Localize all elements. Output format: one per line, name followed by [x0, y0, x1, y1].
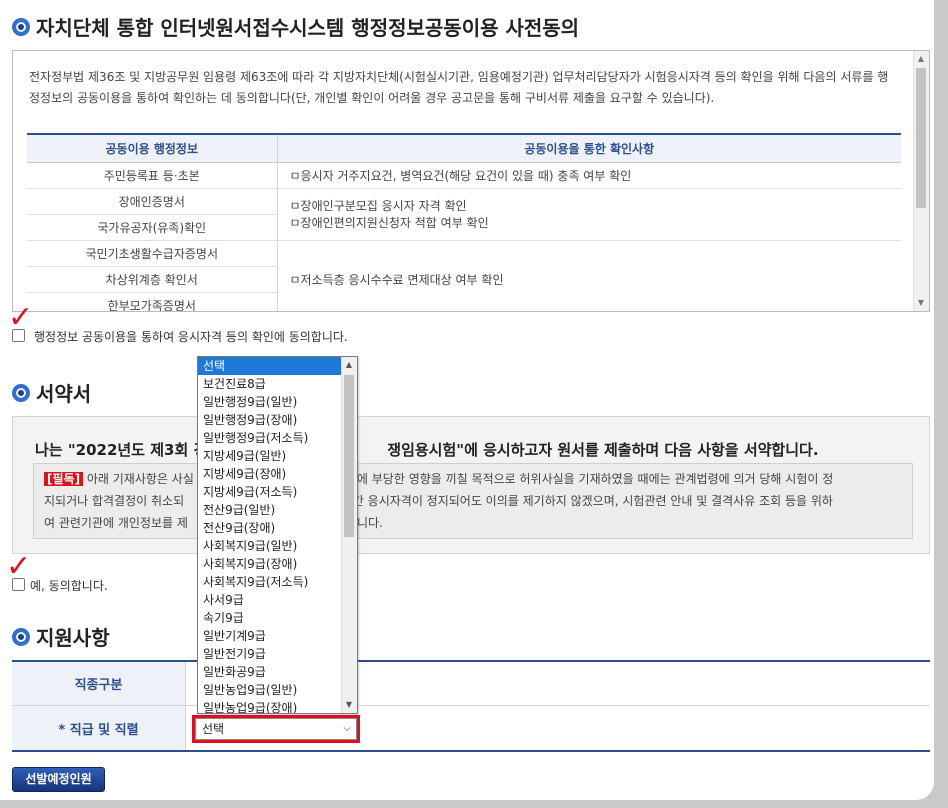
red-checkmark-icon: ✓ [6, 549, 32, 584]
grade-option[interactable]: 보건진료8급 [198, 375, 342, 393]
pledge-line: 여 관련기관에 개인정보를 제 합니다. [44, 516, 383, 530]
table-row: 국민기초생활수급자증명서 ㅁ저소득층 응시수수료 면제대상 여부 확인 [27, 240, 901, 311]
grade-option[interactable]: 일반행정9급(일반) [198, 393, 342, 411]
pledge-heading-right: 쟁임용시험"에 응시하고자 원서를 제출하며 다음 사항을 서약합니다. [387, 441, 819, 459]
consent-info-table: 공동이용 행정정보 공동이용을 통한 확인사항 주민등록표 등·초본 ㅁ응시자 … [27, 133, 901, 311]
grade-option[interactable]: 일반행정9급(장애) [198, 411, 342, 429]
table-row: 장애인증명서 ㅁ장애인구분모집 응시자 자격 확인 ㅁ장애인편의지원신청자 적합… [27, 188, 901, 241]
pledge-line: 지되거나 합격결정이 취소되 5년간 응시자격이 정지되어도 이의를 제기하지 않… [44, 494, 833, 508]
dropdown-scrollbar[interactable]: ▲ ▼ [341, 357, 357, 713]
consent-title-text: 자치단체 통합 인터넷원서접수시스템 행정정보공동이용 사전동의 [36, 16, 580, 40]
grade-option[interactable]: 속기9급 [198, 609, 342, 627]
pledge-line: [필독] 아래 기재사항은 사실 관에 부당한 영향을 끼칠 목적으로 허위사실을… [44, 468, 902, 490]
quota-button[interactable]: 선발예정인원 [12, 767, 105, 792]
form-row-job-type: 직종구분 [12, 662, 930, 706]
scroll-down-icon[interactable]: ▼ [341, 697, 357, 713]
grade-select-value: 선택 [202, 722, 225, 736]
grade-option[interactable]: 사회복지9급(저소득) [198, 573, 342, 591]
grade-option[interactable]: 일반기계9급 [198, 627, 342, 645]
grade-option[interactable]: 선택 [198, 357, 342, 375]
chevron-down-icon: ⌵ [343, 723, 351, 734]
table-cell-doc: 국민기초생활수급자증명서 [27, 240, 278, 267]
table-header-checks: 공동이용을 통한 확인사항 [277, 133, 901, 163]
table-cell-check: ㅁ응시자 거주지요건, 병역요건(해당 요건이 있을 때) 충족 여부 확인 [277, 162, 901, 189]
consent-scroll-box[interactable]: 전자정부법 제36조 및 지방공무원 임용령 제63조에 따라 각 지방자치단체… [12, 50, 930, 312]
table-row: 주민등록표 등·초본 ㅁ응시자 거주지요건, 병역요건(해당 요건이 있을 때)… [27, 162, 901, 189]
grade-option[interactable]: 일반농업9급(일반) [198, 681, 342, 699]
grade-dropdown-list[interactable]: 선택 보건진료8급 일반행정9급(일반) 일반행정9급(장애) 일반행정9급(저… [197, 356, 358, 714]
consent-section-title: 자치단체 통합 인터넷원서접수시스템 행정정보공동이용 사전동의 [12, 12, 579, 41]
pledge-body: [필독] 아래 기재사항은 사실 관에 부당한 영향을 끼칠 목적으로 허위사실을… [33, 463, 913, 539]
pledge-title-text: 서약서 [36, 382, 92, 406]
grade-select[interactable]: 선택 ⌵ [195, 718, 357, 740]
apply-title-text: 지원사항 [36, 626, 110, 650]
apply-form-table: 직종구분 * 직급 및 직렬 [12, 660, 930, 752]
must-read-badge: [필독] [44, 472, 84, 486]
grade-option[interactable]: 일반전기9급 [198, 645, 342, 663]
table-cell-check: ㅁ장애인구분모집 응시자 자격 확인 ㅁ장애인편의지원신청자 적합 여부 확인 [277, 188, 901, 241]
scroll-up-icon[interactable]: ▲ [341, 357, 357, 373]
table-cell-doc: 국가유공자(유족)확인 [27, 214, 278, 241]
grade-option[interactable]: 지방세9급(일반) [198, 447, 342, 465]
table-cell-doc: 한부모가족증명서 [27, 292, 278, 311]
table-check-line: ㅁ장애인편의지원신청자 적합 여부 확인 [289, 216, 489, 230]
table-check-line: ㅁ장애인구분모집 응시자 자격 확인 [289, 199, 467, 213]
grade-option[interactable]: 지방세9급(저소득) [198, 483, 342, 501]
consent-agree-label: 행정정보 공동이용을 통하여 응시자격 등의 확인에 동의합니다. [34, 330, 348, 344]
consent-scrollbar[interactable]: ▲ ▼ [913, 51, 929, 311]
grade-label: * 직급 및 직렬 [12, 706, 186, 750]
page: 자치단체 통합 인터넷원서접수시스템 행정정보공동이용 사전동의 전자정부법 제… [0, 0, 934, 800]
form-row-grade: * 직급 및 직렬 [12, 706, 930, 752]
pledge-box: 나는 "2022년도 제3회 경 쟁임용시험"에 응시하고자 원서를 제출하며 다… [12, 416, 930, 554]
section-bullet-icon [12, 627, 30, 646]
scroll-down-icon[interactable]: ▼ [913, 295, 929, 311]
apply-section-title: 지원사항 [12, 622, 110, 651]
job-type-label: 직종구분 [12, 662, 186, 705]
consent-scrollbar-thumb[interactable] [916, 68, 926, 208]
table-cell-doc: 장애인증명서 [27, 188, 278, 215]
pledge-agree-label: 예, 동의합니다. [30, 579, 108, 593]
grade-option[interactable]: 전산9급(장애) [198, 519, 342, 537]
pledge-heading-left: 나는 "2022년도 제3회 경 [35, 441, 208, 459]
table-header-row: 공동이용 행정정보 공동이용을 통한 확인사항 [27, 133, 901, 163]
grade-option[interactable]: 지방세9급(장애) [198, 465, 342, 483]
section-bullet-icon [12, 383, 30, 402]
grade-option[interactable]: 일반행정9급(저소득) [198, 429, 342, 447]
red-checkmark-icon: ✓ [8, 300, 34, 335]
grade-option[interactable]: 전산9급(일반) [198, 501, 342, 519]
grade-option[interactable]: 사회복지9급(일반) [198, 537, 342, 555]
grade-option-list: 선택 보건진료8급 일반행정9급(일반) 일반행정9급(장애) 일반행정9급(저… [198, 357, 342, 713]
pledge-heading: 나는 "2022년도 제3회 경 쟁임용시험"에 응시하고자 원서를 제출하며 다… [35, 439, 819, 460]
grade-option[interactable]: 사회복지9급(장애) [198, 555, 342, 573]
table-cell-check: ㅁ저소득층 응시수수료 면제대상 여부 확인 [277, 240, 901, 311]
section-bullet-icon [12, 17, 30, 36]
dropdown-scrollbar-thumb[interactable] [344, 375, 354, 537]
grade-option[interactable]: 사서9급 [198, 591, 342, 609]
scroll-up-icon[interactable]: ▲ [913, 51, 929, 67]
grade-option[interactable]: 일반화공9급 [198, 663, 342, 681]
grade-option[interactable]: 일반농업9급(장애) [198, 699, 342, 713]
pledge-section-title: 서약서 [12, 378, 91, 407]
table-header-docs: 공동이용 행정정보 [27, 133, 278, 163]
table-cell-doc: 주민등록표 등·초본 [27, 162, 278, 189]
consent-intro: 전자정부법 제36조 및 지방공무원 임용령 제63조에 따라 각 지방자치단체… [29, 70, 889, 105]
table-cell-doc: 차상위계층 확인서 [27, 266, 278, 293]
